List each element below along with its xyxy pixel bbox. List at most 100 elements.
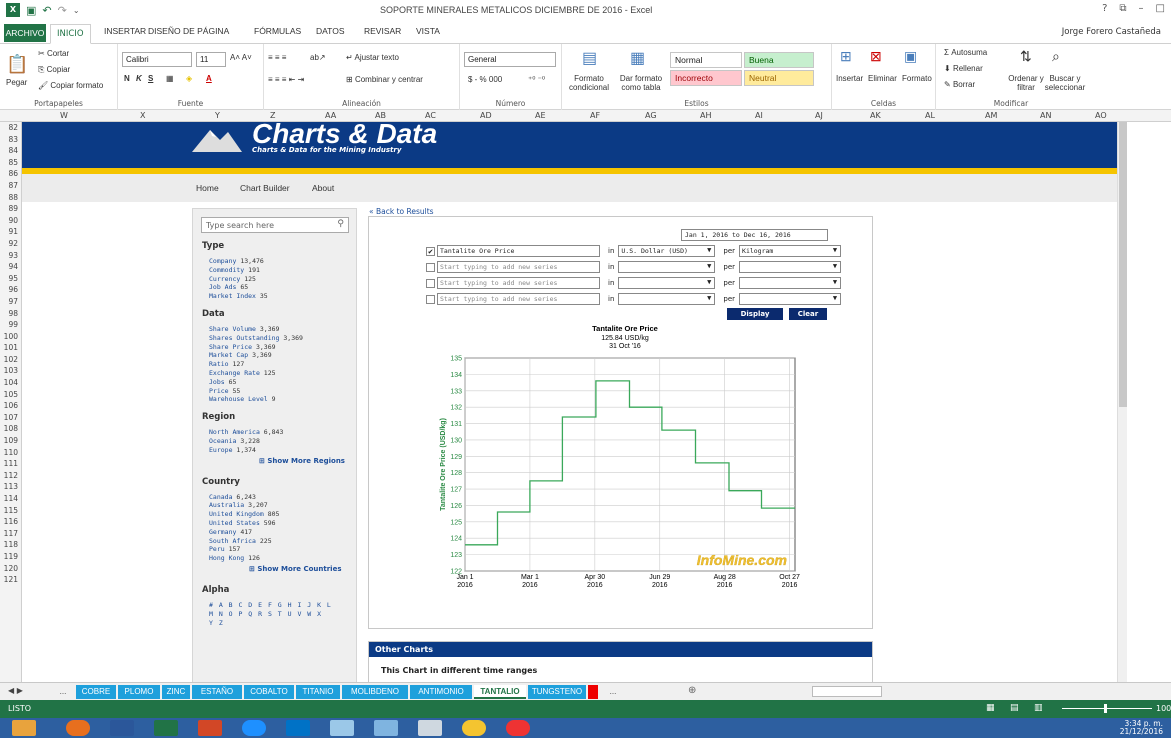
tab-inicio[interactable]: INICIO [50,24,91,44]
row-header[interactable]: 105 [0,389,21,401]
paste-icon[interactable]: 📋 [6,54,28,75]
row-header[interactable]: 83 [0,134,21,146]
ribbon-display-icon[interactable]: ⧉ [1119,3,1126,14]
row-header[interactable]: 82 [0,122,21,134]
style-normal[interactable]: Normal [670,52,742,68]
clear-button[interactable]: ✎ Borrar [944,80,975,89]
back-to-results-link[interactable]: « Back to Results [369,207,434,216]
row-header[interactable]: 96 [0,284,21,296]
column-header[interactable]: W [60,111,68,120]
sheet-tab[interactable]: ESTAÑO [192,685,242,699]
excel-taskbar-icon[interactable] [154,720,178,736]
type-item[interactable]: Job Ads 65 [209,283,248,291]
file-explorer-icon[interactable] [12,720,36,736]
nav-home[interactable]: Home [196,183,219,193]
align-top-icon[interactable]: ≡ ≡ ≡ [268,53,286,62]
row-header[interactable]: 99 [0,319,21,331]
country-item[interactable]: Peru 157 [209,545,240,553]
zoom-slider-thumb[interactable] [1104,704,1107,713]
fill-button[interactable]: ⬇ Rellenar [944,64,983,73]
data-item[interactable]: Price 55 [209,387,240,395]
row-header[interactable]: 91 [0,226,21,238]
alpha-row[interactable]: M N O P Q R S T U V W X [209,610,322,618]
sheet-tab[interactable]: COBALTO [244,685,294,699]
cut-button[interactable]: ✂ Cortar [38,49,69,58]
vertical-scrollbar[interactable] [1117,122,1127,682]
style-neutral[interactable]: Neutral [744,70,814,86]
tab-vista[interactable]: VISTA [416,26,440,36]
row-header[interactable]: 85 [0,157,21,169]
row-header[interactable]: 101 [0,342,21,354]
delete-cells-button[interactable]: Eliminar [868,74,897,83]
data-item[interactable]: Warehouse Level 9 [209,395,276,403]
view-layout-icon[interactable]: ▤ [1010,703,1019,713]
column-header[interactable]: AI [755,111,763,120]
row-header[interactable]: 115 [0,505,21,517]
redo-icon[interactable]: ↷ [58,4,67,17]
internet-explorer-icon[interactable] [242,720,266,736]
search-icon[interactable]: ⚲ [337,219,344,229]
region-item[interactable]: Europe 1,374 [209,446,256,454]
row-header[interactable]: 109 [0,435,21,447]
column-header[interactable]: AL [925,111,935,120]
column-header[interactable]: AC [425,111,436,120]
add-sheet-icon[interactable]: ⊕ [688,685,696,696]
powerpoint-icon[interactable] [198,720,222,736]
row-header[interactable]: 92 [0,238,21,250]
sheet-tab[interactable]: PLOMO [118,685,160,699]
column-header[interactable]: AF [590,111,600,120]
region-item[interactable]: Oceania 3,228 [209,437,260,445]
row-header[interactable]: 94 [0,261,21,273]
row-header[interactable]: 90 [0,215,21,227]
outlook-icon[interactable] [286,720,310,736]
row-header[interactable]: 93 [0,250,21,262]
insert-cells-icon[interactable]: ⊞ [840,48,852,65]
row-header[interactable]: 87 [0,180,21,192]
font-size-select[interactable]: 11 [196,52,226,67]
style-good[interactable]: Buena [744,52,814,68]
format-painter-button[interactable]: 🖌 Copiar formato [38,81,103,90]
customize-qat-icon[interactable]: ⌄ [73,6,80,15]
snipping-icon[interactable] [374,720,398,736]
column-header[interactable]: AD [480,111,492,120]
help-icon[interactable]: ? [1102,3,1107,14]
show-more-countries-link[interactable]: ⊞ Show More Countries [249,565,342,573]
tab-scroll-arrows-icon[interactable]: ◀ ▶ [8,686,23,695]
column-header[interactable]: AO [1095,111,1107,120]
type-item[interactable]: Market Index 35 [209,292,268,300]
row-header[interactable]: 95 [0,273,21,285]
minimize-icon[interactable]: – [1139,3,1144,14]
tab-diseno-pagina[interactable]: DISEÑO DE PÁGINA [148,26,229,36]
fill-color-icon[interactable]: ◈ [186,74,192,83]
show-more-regions-link[interactable]: ⊞ Show More Regions [259,457,345,465]
row-header[interactable]: 103 [0,365,21,377]
country-item[interactable]: United Kingdom 805 [209,510,279,518]
data-item[interactable]: Exchange Rate 125 [209,369,276,377]
tab-datos[interactable]: DATOS [316,26,345,36]
tab-insertar[interactable]: INSERTAR [104,26,146,36]
format-table-icon[interactable]: ▦ [630,48,645,68]
alpha-row[interactable]: Y Z [209,619,224,627]
sheet-tab[interactable]: TUNGSTENO [528,685,586,699]
border-icon[interactable]: ▦ [166,74,174,83]
find-select-button[interactable]: Buscar y seleccionar [1044,74,1086,92]
data-item[interactable]: Share Price 3,369 [209,343,276,351]
format-table-button[interactable]: Dar formato como tabla [616,74,666,92]
type-item[interactable]: Currency 125 [209,275,256,283]
tab-formulas[interactable]: FÓRMULAS [254,26,301,36]
search-input[interactable]: Type search here ⚲ [201,217,349,233]
calculator-icon[interactable] [418,720,442,736]
row-header[interactable]: 117 [0,528,21,540]
row-header[interactable]: 112 [0,470,21,482]
country-item[interactable]: South Africa 225 [209,537,272,545]
row-header[interactable]: 88 [0,192,21,204]
row-header[interactable]: 110 [0,447,21,459]
sheet-tab[interactable]: TANTALIO [474,685,526,699]
column-header[interactable]: AK [870,111,881,120]
word-icon[interactable] [110,720,134,736]
column-header[interactable]: AE [535,111,546,120]
type-item[interactable]: Commodity 191 [209,266,260,274]
column-header[interactable]: AB [375,111,386,120]
zoom-level[interactable]: 100 [1156,704,1171,713]
merge-center-button[interactable]: ⊞ Combinar y centrar [346,75,423,84]
